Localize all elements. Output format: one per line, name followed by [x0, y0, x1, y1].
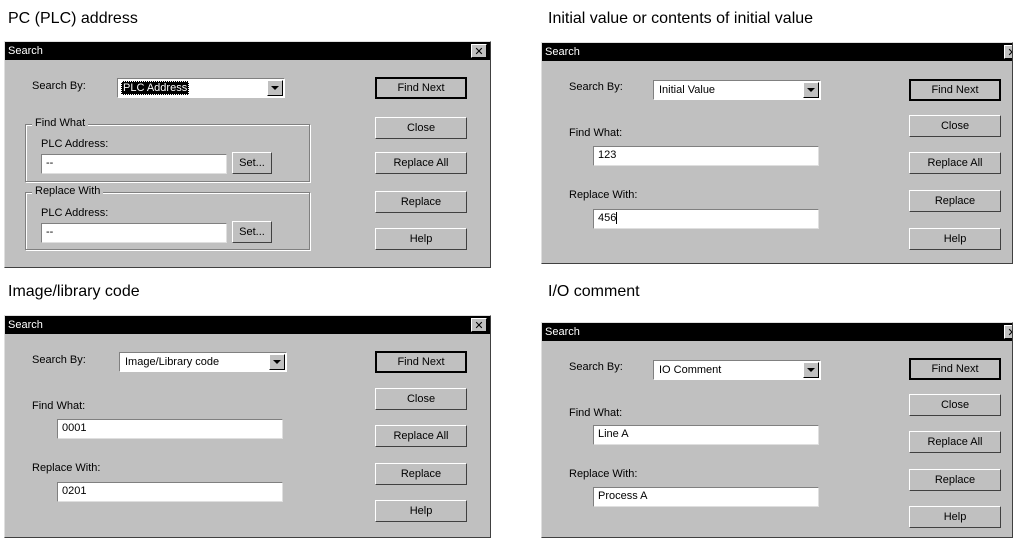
dialog-title: Search: [8, 319, 43, 331]
help-button[interactable]: Help: [375, 228, 467, 250]
find-what-input[interactable]: --: [41, 154, 227, 174]
close-button[interactable]: Close: [375, 388, 467, 410]
replace-button[interactable]: Replace: [909, 190, 1001, 212]
search-dialog-io-comment: Search ✕ Search By: IO Comment Find What…: [541, 322, 1013, 538]
search-by-dropdown[interactable]: Initial Value: [653, 80, 821, 100]
search-by-label: Search By:: [569, 81, 623, 93]
close-button[interactable]: Close: [375, 117, 467, 139]
text-caret: [616, 212, 618, 225]
find-what-label: Find What:: [32, 400, 86, 412]
find-what-input[interactable]: 123: [593, 146, 819, 166]
close-icon[interactable]: ✕: [471, 318, 487, 332]
find-what-group-label: Find What: [32, 117, 89, 129]
search-by-dropdown[interactable]: IO Comment: [653, 360, 821, 380]
close-icon[interactable]: ✕: [1004, 45, 1012, 59]
dialog-title: Search: [545, 326, 580, 338]
close-icon[interactable]: ✕: [471, 44, 487, 58]
find-what-label: Find What:: [569, 407, 623, 419]
search-by-label: Search By:: [32, 354, 86, 366]
caption-plc-address: PC (PLC) address: [8, 10, 138, 27]
set-button-replace[interactable]: Set...: [232, 221, 272, 243]
dialog-title-bar: Search: [542, 43, 1012, 61]
chevron-down-icon[interactable]: [803, 362, 819, 378]
replace-all-button[interactable]: Replace All: [909, 431, 1001, 453]
search-by-dropdown[interactable]: PLC Address: [117, 78, 285, 98]
replace-with-input[interactable]: --: [41, 223, 227, 243]
search-by-value: Initial Value: [659, 84, 716, 96]
dialog-title: Search: [545, 46, 580, 58]
search-dialog-plc: Search ✕ Search By: PLC Address Find Wha…: [4, 41, 491, 268]
search-by-value: PLC Address: [121, 81, 190, 95]
dialog-title-bar: Search: [542, 323, 1012, 341]
replace-button[interactable]: Replace: [375, 463, 467, 485]
plc-address-label: PLC Address:: [41, 138, 109, 150]
search-by-value: IO Comment: [659, 364, 722, 376]
chevron-down-icon[interactable]: [803, 82, 819, 98]
chevron-down-icon[interactable]: [269, 354, 285, 370]
search-dialog-initial-value: Search ✕ Search By: Initial Value Find W…: [541, 42, 1013, 264]
chevron-down-icon[interactable]: [267, 80, 283, 96]
replace-button[interactable]: Replace: [375, 191, 467, 213]
dialog-title: Search: [8, 45, 43, 57]
replace-with-input[interactable]: 456: [593, 209, 819, 229]
search-by-value: Image/Library code: [125, 356, 220, 368]
caption-initial-value: Initial value or contents of initial val…: [548, 10, 814, 27]
replace-all-button[interactable]: Replace All: [909, 152, 1001, 174]
replace-button[interactable]: Replace: [909, 469, 1001, 491]
replace-with-value: 456: [598, 212, 617, 224]
find-what-label: Find What:: [569, 127, 623, 139]
help-button[interactable]: Help: [909, 506, 1001, 528]
close-icon[interactable]: ✕: [1004, 325, 1012, 339]
search-by-label: Search By:: [32, 80, 86, 92]
replace-all-button[interactable]: Replace All: [375, 425, 467, 447]
replace-with-label: Replace With:: [569, 468, 638, 480]
dialog-title-bar: Search: [5, 42, 490, 60]
search-by-dropdown[interactable]: Image/Library code: [119, 352, 287, 372]
dialog-title-bar: Search: [5, 316, 490, 334]
find-what-input[interactable]: Line A: [593, 425, 819, 445]
close-button[interactable]: Close: [909, 115, 1001, 137]
find-next-button[interactable]: Find Next: [909, 358, 1001, 380]
find-next-button[interactable]: Find Next: [375, 351, 467, 373]
replace-with-input[interactable]: Process A: [593, 487, 819, 507]
caption-io-comment: I/O comment: [548, 283, 640, 300]
replace-with-label: Replace With:: [569, 189, 638, 201]
help-button[interactable]: Help: [375, 500, 467, 522]
find-next-button[interactable]: Find Next: [375, 77, 467, 99]
replace-with-label: Replace With:: [32, 462, 101, 474]
set-button-find[interactable]: Set...: [232, 152, 272, 174]
plc-address-label-replace: PLC Address:: [41, 207, 109, 219]
caption-image-library-code: Image/library code: [8, 283, 140, 300]
replace-with-input[interactable]: 0201: [57, 482, 283, 502]
help-button[interactable]: Help: [909, 228, 1001, 250]
replace-all-button[interactable]: Replace All: [375, 152, 467, 174]
find-next-button[interactable]: Find Next: [909, 79, 1001, 101]
search-by-label: Search By:: [569, 361, 623, 373]
replace-with-group-label: Replace With: [32, 185, 104, 197]
close-button[interactable]: Close: [909, 394, 1001, 416]
search-dialog-image-library: Search ✕ Search By: Image/Library code F…: [4, 315, 491, 538]
find-what-input[interactable]: 0001: [57, 419, 283, 439]
